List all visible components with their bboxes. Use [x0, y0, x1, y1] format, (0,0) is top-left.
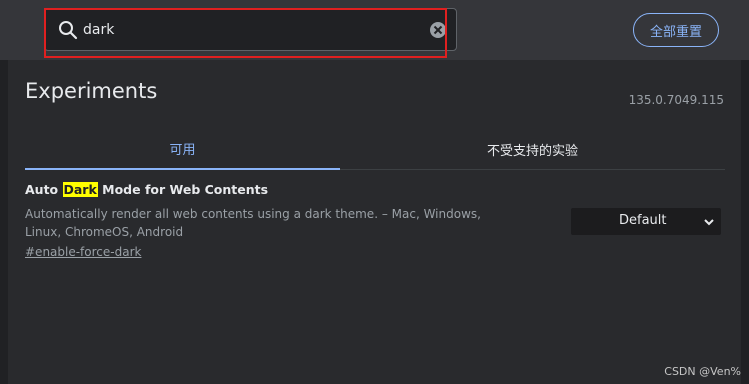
clear-icon[interactable] — [429, 21, 447, 39]
experiment-state-select[interactable]: Default — [571, 208, 721, 235]
reset-all-button[interactable]: 全部重置 — [633, 13, 719, 47]
search-input[interactable] — [83, 18, 413, 42]
tab-unavailable[interactable]: 不受支持的实验 — [375, 128, 690, 170]
search-icon — [57, 19, 79, 41]
experiment-name-suffix: Mode for Web Contents — [97, 182, 269, 197]
tab-bar: 可用 不受支持的实验 — [25, 128, 725, 170]
version-label: 135.0.7049.115 — [628, 93, 724, 107]
experiments-panel: Experiments 135.0.7049.115 可用 不受支持的实验 Au… — [8, 60, 741, 384]
top-bar: 全部重置 — [0, 0, 749, 60]
watermark: CSDN @Ven% — [664, 365, 741, 378]
page-title: Experiments — [25, 79, 158, 103]
tab-available[interactable]: 可用 — [25, 128, 340, 170]
experiment-description: Automatically render all web contents us… — [25, 207, 481, 239]
search-match-highlight: Dark — [62, 182, 98, 197]
experiment-permalink[interactable]: #enable-force-dark — [25, 245, 141, 259]
search-box[interactable] — [44, 8, 457, 51]
chevron-down-icon — [703, 216, 715, 228]
experiment-name: Auto Dark Mode for Web Contents — [25, 182, 725, 200]
select-value: Default — [619, 213, 667, 228]
experiment-name-prefix: Auto — [25, 182, 63, 197]
